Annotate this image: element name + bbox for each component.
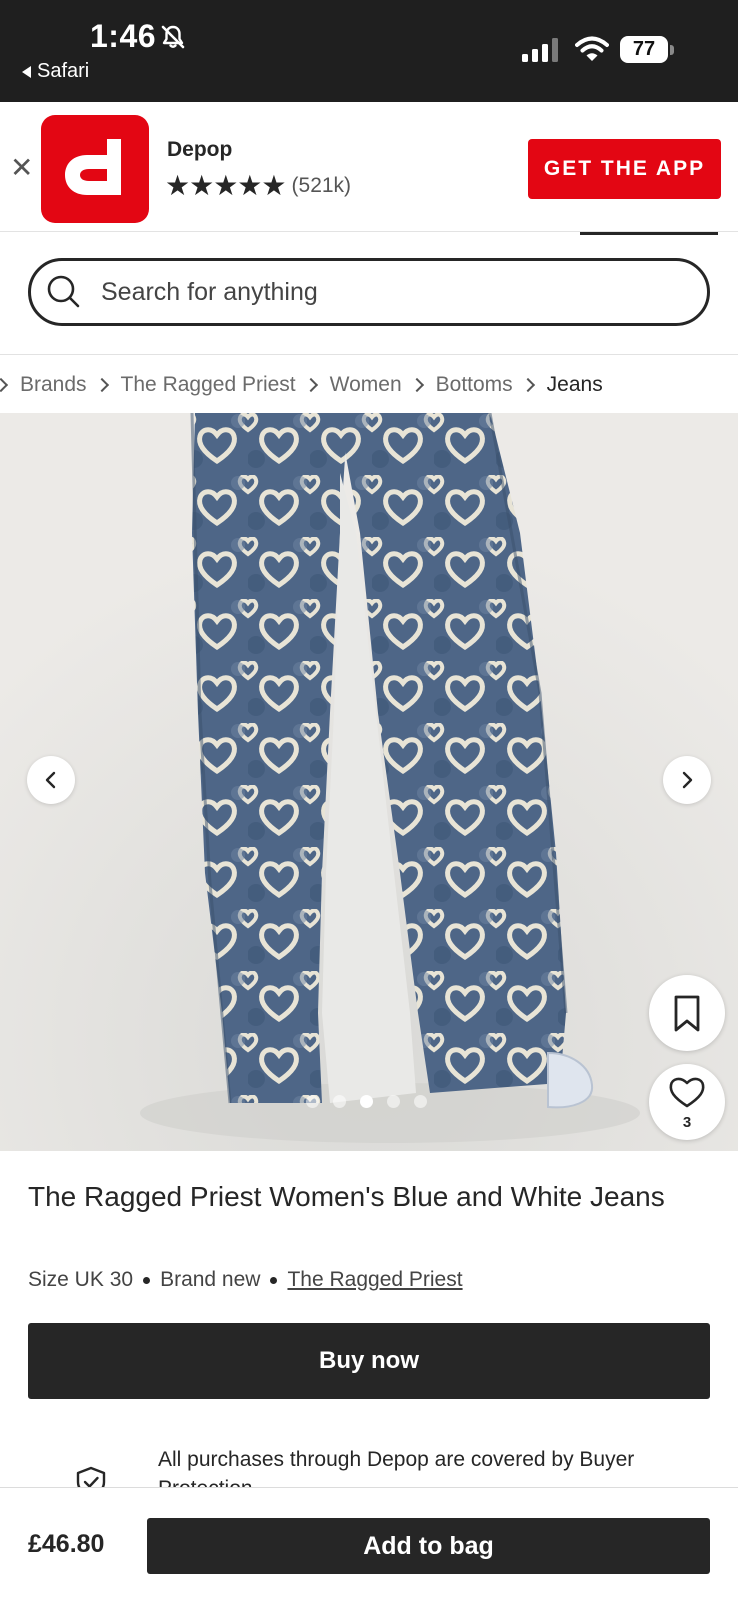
breadcrumb-item-bottoms[interactable]: Bottoms <box>436 373 513 397</box>
breadcrumb-item-brands[interactable]: Brands <box>20 373 87 397</box>
rating-count: (521k) <box>291 174 352 197</box>
battery-level: 77 <box>620 36 668 63</box>
status-time: 1:46 <box>90 18 157 54</box>
chevron-right-icon <box>520 377 535 393</box>
search-placeholder: Search for anything <box>101 278 318 306</box>
signal-icon <box>522 38 558 62</box>
like-count: 3 <box>682 1114 692 1131</box>
sticky-purchase-bar: £46.80 Add to bag <box>0 1487 738 1600</box>
breadcrumb: Brands The Ragged Priest Women Bottoms J… <box>0 372 603 398</box>
bookmark-icon <box>674 995 700 1032</box>
breadcrumb-item-women[interactable]: Women <box>330 373 402 397</box>
chevron-right-icon <box>682 771 693 789</box>
pagination-dot-active[interactable] <box>360 1095 373 1108</box>
product-photo <box>0 413 738 1151</box>
back-app-label: Safari <box>37 60 90 82</box>
product-price: £46.80 <box>28 1530 105 1558</box>
buy-now-button[interactable]: Buy now <box>28 1323 710 1399</box>
header-underline <box>580 232 718 235</box>
like-button[interactable]: 3 <box>649 1064 725 1140</box>
get-the-app-button[interactable]: GET THE APP <box>528 139 721 199</box>
back-to-safari[interactable]: Safari <box>22 60 89 83</box>
chevron-right-icon <box>409 377 424 393</box>
product-image-gallery[interactable]: 3 <box>0 413 738 1151</box>
bell-slash-icon <box>161 25 185 49</box>
product-title: The Ragged Priest Women's Blue and White… <box>28 1181 665 1212</box>
chevron-right-icon <box>303 377 318 393</box>
buyer-protection-text: All purchases through Depop are covered … <box>158 1448 635 1487</box>
breadcrumb-current: Jeans <box>546 373 603 396</box>
brand-link[interactable]: The Ragged Priest <box>287 1268 462 1292</box>
app-rating: ★★★★★ (521k) <box>165 172 351 200</box>
separator-dot <box>143 1276 151 1284</box>
wifi-icon <box>575 36 609 61</box>
save-button[interactable] <box>649 975 725 1051</box>
search-input[interactable]: Search for anything <box>28 258 710 326</box>
chevron-right-icon <box>0 377 9 393</box>
rating-stars: ★★★★★ <box>165 170 287 201</box>
breadcrumb-item-brand[interactable]: The Ragged Priest <box>121 373 296 397</box>
product-condition: Brand new <box>160 1268 261 1291</box>
battery-cap <box>670 45 674 55</box>
back-triangle-icon <box>22 65 31 78</box>
heart-icon <box>669 1077 705 1108</box>
search-icon <box>47 275 80 308</box>
image-pagination <box>306 1095 427 1108</box>
battery-icon: 77 <box>620 36 674 63</box>
chevron-left-icon <box>45 771 56 789</box>
close-icon[interactable]: ✕ <box>10 154 33 182</box>
app-name: Depop <box>167 138 233 161</box>
chevron-right-icon <box>94 377 109 393</box>
add-to-bag-button[interactable]: Add to bag <box>147 1518 710 1574</box>
app-banner: ✕ Depop ★★★★★ (521k) GET THE APP <box>0 102 738 232</box>
divider <box>0 354 738 355</box>
pagination-dot[interactable] <box>306 1095 319 1108</box>
pagination-dot[interactable] <box>333 1095 346 1108</box>
pagination-dot[interactable] <box>387 1095 400 1108</box>
pagination-dot[interactable] <box>414 1095 427 1108</box>
product-size: Size UK 30 <box>28 1268 134 1291</box>
status-bar: 1:46 Safari 77 <box>0 0 738 102</box>
product-attributes: Size UK 30 Brand new The Ragged Priest <box>28 1268 463 1292</box>
separator-dot <box>270 1276 278 1284</box>
depop-logo <box>41 115 149 223</box>
previous-image-button[interactable] <box>27 756 75 804</box>
next-image-button[interactable] <box>663 756 711 804</box>
